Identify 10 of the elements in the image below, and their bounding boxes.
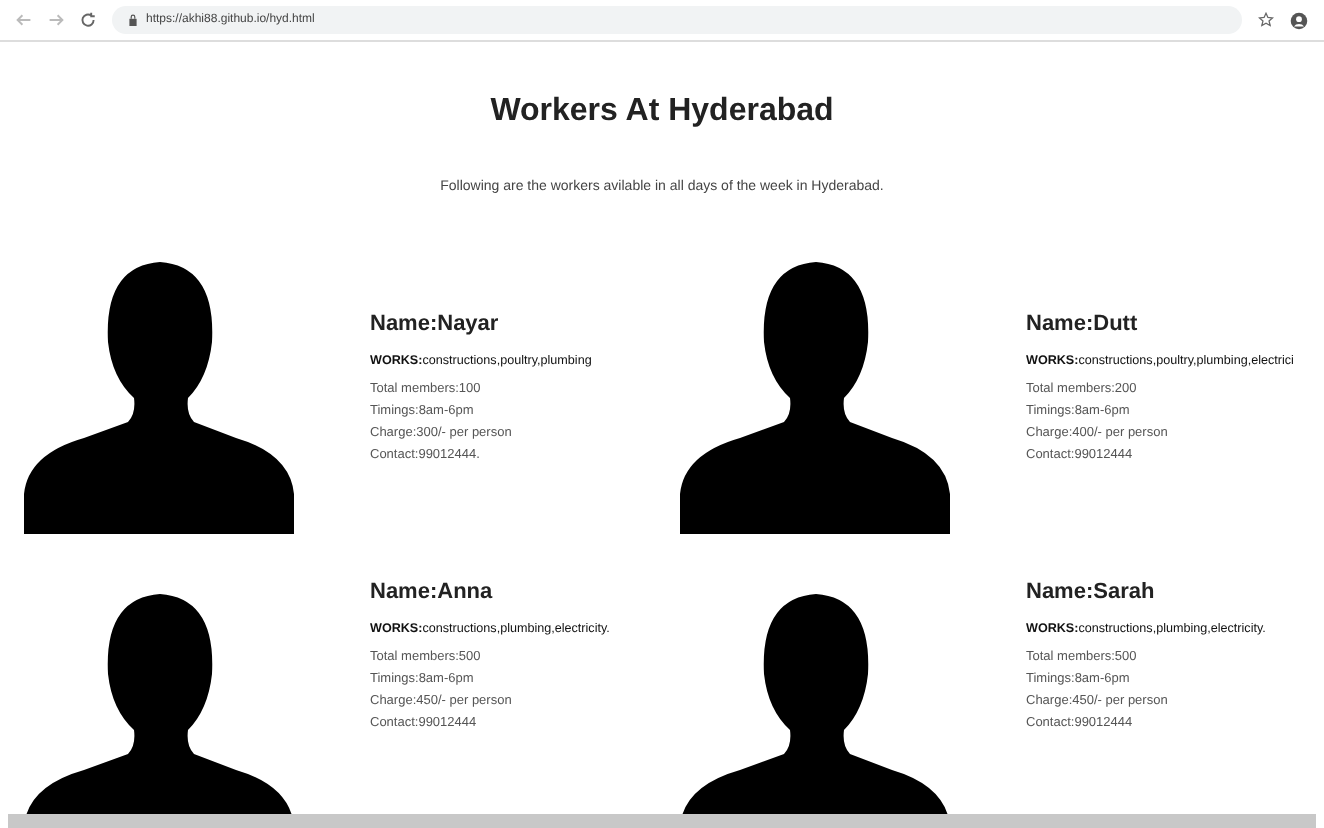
account-icon[interactable] [1290, 11, 1308, 29]
worker-name: Name:Sarah [1026, 580, 1157, 604]
reload-icon[interactable] [80, 12, 96, 28]
star-icon[interactable] [1258, 12, 1274, 28]
lock-icon [128, 14, 138, 26]
worker-name: Name:Nayar [370, 311, 501, 335]
worker-name: Name:Dutt [1026, 311, 1140, 335]
worker-name: Name:Anna [370, 580, 495, 604]
horizontal-scrollbar[interactable] [8, 814, 1316, 828]
page-title: Workers At Hyderabad [488, 92, 836, 130]
